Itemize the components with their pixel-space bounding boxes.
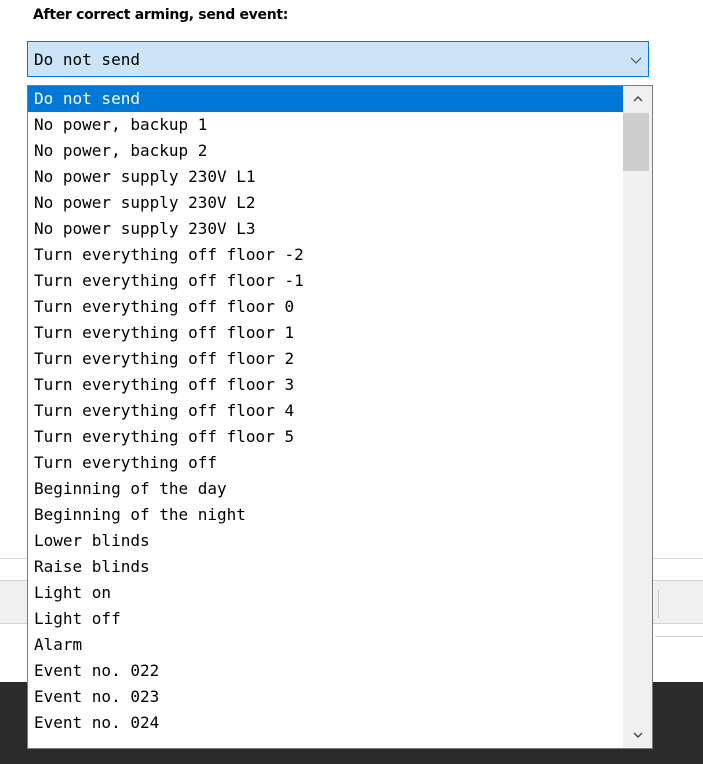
dropdown-list[interactable]: Do not send No power, backup 1 No power, b… xyxy=(27,85,653,749)
vertical-scrollbar[interactable] xyxy=(623,86,652,748)
dropdown-option[interactable]: Alarm xyxy=(28,632,623,658)
dropdown-option[interactable]: Turn everything off floor -1 xyxy=(28,268,623,294)
dropdown-option[interactable]: Do not send xyxy=(28,86,623,112)
scrollbar-thumb[interactable] xyxy=(623,113,649,171)
dropdown-option[interactable]: Event no. 022 xyxy=(28,658,623,684)
dropdown-option[interactable]: Turn everything off floor 4 xyxy=(28,398,623,424)
dropdown-option[interactable]: Event no. 023 xyxy=(28,684,623,710)
dropdown-option[interactable]: Raise blinds xyxy=(28,554,623,580)
chevron-down-icon xyxy=(630,57,642,64)
chevron-down-icon xyxy=(633,732,642,738)
dropdown-option[interactable]: Turn everything off floor -2 xyxy=(28,242,623,268)
background-divider xyxy=(655,636,703,637)
dropdown-option[interactable]: Lower blinds xyxy=(28,528,623,554)
chevron-up-icon xyxy=(633,96,642,102)
dropdown-option[interactable]: No power, backup 1 xyxy=(28,112,623,138)
dropdown-option[interactable]: Turn everything off floor 3 xyxy=(28,372,623,398)
dropdown-option[interactable]: Event no. 024 xyxy=(28,710,623,736)
dropdown-option[interactable]: Beginning of the day xyxy=(28,476,623,502)
options-list: Do not send No power, backup 1 No power, b… xyxy=(28,86,623,736)
dropdown-option[interactable]: Light on xyxy=(28,580,623,606)
dropdown-option[interactable]: Turn everything off floor 2 xyxy=(28,346,623,372)
dropdown-option[interactable]: No power supply 230V L1 xyxy=(28,164,623,190)
background-toolbar-button xyxy=(658,590,691,618)
dropdown-option[interactable]: Turn everything off floor 0 xyxy=(28,294,623,320)
dropdown-option[interactable]: No power supply 230V L2 xyxy=(28,190,623,216)
dropdown-option[interactable]: Turn everything off floor 5 xyxy=(28,424,623,450)
scroll-down-button[interactable] xyxy=(623,722,652,748)
dropdown-option[interactable]: No power, backup 2 xyxy=(28,138,623,164)
dropdown-option[interactable]: Beginning of the night xyxy=(28,502,623,528)
dropdown-option[interactable]: Light off xyxy=(28,606,623,632)
select-current-value: Do not send xyxy=(34,50,140,69)
event-select[interactable]: Do not send xyxy=(27,41,649,77)
field-label: After correct arming, send event: xyxy=(33,7,289,23)
scroll-up-button[interactable] xyxy=(623,86,652,112)
dropdown-option[interactable]: No power supply 230V L3 xyxy=(28,216,623,242)
dropdown-option[interactable]: Turn everything off floor 1 xyxy=(28,320,623,346)
dropdown-option[interactable]: Turn everything off xyxy=(28,450,623,476)
